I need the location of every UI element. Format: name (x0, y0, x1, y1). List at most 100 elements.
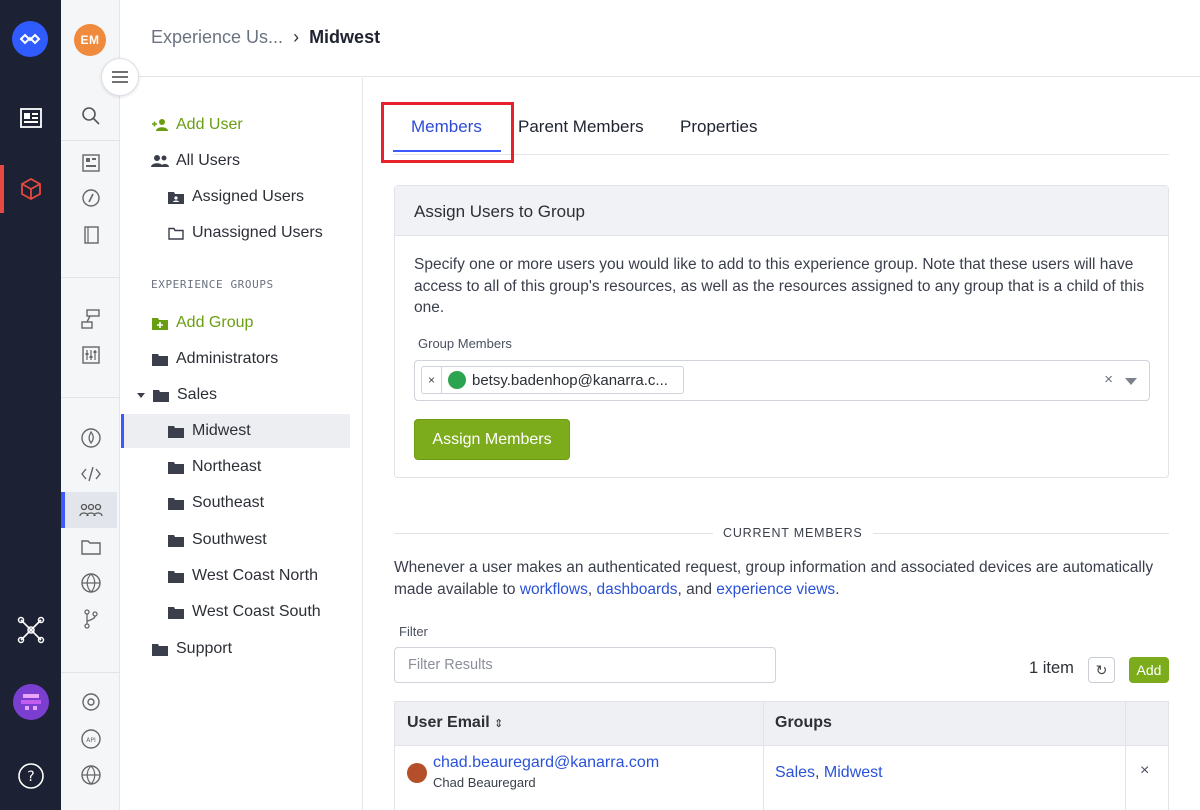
caret-down-icon[interactable] (137, 392, 145, 398)
add-user-link[interactable]: Add User (151, 108, 380, 142)
filter-label: Filter (399, 624, 428, 639)
add-folder-icon (151, 317, 169, 330)
user-avatar[interactable]: EM (74, 24, 106, 56)
breadcrumb: Experience Us... › Midwest (151, 27, 380, 48)
col-groups: Groups (775, 714, 832, 731)
group-link-midwest[interactable]: Midwest (824, 764, 883, 781)
chip-remove-button[interactable]: × (422, 367, 442, 393)
globe-www-icon[interactable] (61, 571, 120, 595)
tree-group-west-coast-south[interactable]: West Coast South (167, 595, 396, 629)
folder-icon (167, 461, 185, 474)
equalizer-icon[interactable] (61, 343, 120, 367)
chip-avatar (448, 371, 466, 389)
experience-groups-heading: EXPERIENCE GROUPS (151, 278, 274, 291)
tree-group-midwest[interactable]: Midwest (121, 414, 350, 448)
main-content: Members Parent Members Properties Assign… (363, 78, 1200, 810)
cube-icon[interactable] (0, 174, 61, 204)
help-icon[interactable]: ? (0, 760, 61, 792)
tree-all-users[interactable]: All Users (151, 144, 380, 178)
member-email-link[interactable]: chad.beauregard@kanarra.com (433, 754, 659, 772)
folder-icon[interactable] (61, 535, 120, 559)
current-members-heading: CURRENT MEMBERS (713, 526, 873, 540)
network-icon[interactable] (0, 614, 61, 646)
tab-properties[interactable]: Properties (680, 117, 757, 137)
app-logo-icon[interactable] (12, 21, 48, 57)
tree-group-southwest[interactable]: Southwest (167, 523, 396, 557)
desc-text: . (835, 581, 840, 598)
workflow-icon[interactable] (61, 307, 120, 331)
folder-icon (167, 570, 185, 583)
chip-label: betsy.badenhop@kanarra.c... (472, 371, 668, 389)
assign-users-card: Assign Users to Group Specify one or mor… (394, 185, 1169, 478)
hamburger-icon (112, 71, 128, 83)
unassigned-users-label: Unassigned Users (192, 224, 323, 241)
assigned-users-label: Assigned Users (192, 188, 305, 205)
assign-members-button[interactable]: Assign Members (414, 419, 570, 460)
folder-icon (151, 353, 169, 366)
group-label: Support (176, 640, 233, 657)
group-link-sales[interactable]: Sales (775, 764, 815, 781)
app-rail: ? (0, 0, 61, 810)
book-icon[interactable] (61, 224, 120, 246)
refresh-button[interactable]: ↻ (1088, 657, 1115, 683)
group-members-select[interactable]: × betsy.badenhop@kanarra.c... × (414, 360, 1150, 401)
breadcrumb-current: Midwest (309, 27, 381, 47)
add-user-icon (151, 118, 169, 132)
dashboard-icon[interactable] (0, 103, 61, 133)
refresh-icon: ↻ (1095, 661, 1108, 678)
filter-input[interactable]: Filter Results (394, 647, 776, 683)
folder-user-icon (167, 191, 185, 204)
tree-group-northeast[interactable]: Northeast (167, 450, 396, 484)
flame-icon[interactable] (61, 426, 120, 450)
experience-views-link[interactable]: experience views (716, 581, 835, 598)
members-description: Whenever a user makes an authenticated r… (394, 557, 1164, 601)
member-chip: × betsy.badenhop@kanarra.c... (421, 366, 684, 394)
group-label: Northeast (192, 458, 262, 475)
breadcrumb-separator: › (293, 27, 300, 47)
tree-group-west-coast-north[interactable]: West Coast North (167, 559, 396, 593)
dashboards-link[interactable]: dashboards (596, 581, 677, 598)
secondary-nav: EM API (61, 0, 120, 810)
tree-group-southeast[interactable]: Southeast (167, 486, 396, 520)
highlight-box (381, 102, 514, 163)
card-title: Assign Users to Group (395, 186, 1168, 236)
folder-icon (167, 425, 185, 438)
group-label: Southwest (192, 531, 267, 548)
folder-outline-icon (167, 227, 185, 240)
remove-member-button[interactable]: × (1140, 762, 1149, 780)
add-member-button[interactable]: Add (1129, 657, 1169, 683)
tree-assigned-users[interactable]: Assigned Users (167, 180, 396, 214)
tree-group-administrators[interactable]: Administrators (151, 342, 380, 376)
workflows-link[interactable]: workflows (520, 581, 588, 598)
compass-icon[interactable] (61, 187, 120, 209)
breadcrumb-parent-link[interactable]: Experience Us... (151, 27, 283, 48)
folder-icon (167, 606, 185, 619)
globe-icon[interactable] (61, 763, 120, 787)
overview-icon[interactable] (61, 152, 120, 174)
tab-parent-members[interactable]: Parent Members (518, 117, 644, 137)
add-group-link[interactable]: Add Group (151, 306, 380, 340)
branch-icon[interactable] (61, 607, 120, 631)
col-user-email[interactable]: User Email ⇕ (407, 714, 503, 732)
group-label: Sales (177, 386, 218, 403)
svg-text:API: API (86, 737, 96, 744)
settings-gear-icon[interactable] (61, 690, 120, 714)
folder-icon (152, 389, 170, 402)
sort-icon[interactable]: ⇕ (494, 718, 503, 730)
user-groups-icon[interactable] (61, 498, 120, 522)
page-header: Experience Us... › Midwest (121, 0, 1200, 77)
add-group-label: Add Group (176, 314, 254, 331)
api-icon[interactable]: API (61, 727, 120, 751)
dropdown-caret-icon[interactable] (1125, 378, 1137, 385)
item-count: 1 item (1029, 659, 1074, 677)
tree-unassigned-users[interactable]: Unassigned Users (167, 216, 396, 250)
member-groups: Sales, Midwest (775, 764, 883, 782)
code-icon[interactable] (61, 462, 120, 486)
clear-selection-button[interactable]: × (1104, 371, 1113, 388)
organization-avatar-icon[interactable] (0, 684, 61, 720)
col-email-label: User Email (407, 714, 490, 731)
menu-toggle-button[interactable] (101, 58, 139, 96)
search-icon[interactable] (61, 104, 120, 128)
tree-group-sales[interactable]: Sales (137, 378, 366, 412)
tree-group-support[interactable]: Support (151, 632, 380, 666)
